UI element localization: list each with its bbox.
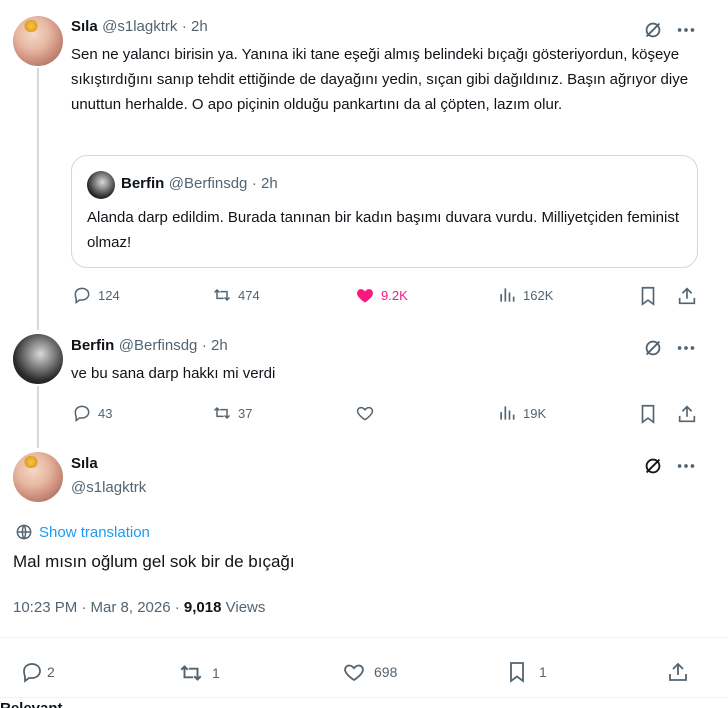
avatar[interactable] bbox=[13, 334, 63, 384]
bookmark-button[interactable]: 1 bbox=[505, 660, 547, 684]
quote-author-name: Berfin bbox=[121, 175, 165, 192]
reply-count: 124 bbox=[98, 287, 120, 303]
relevant-sort-label[interactable]: Relevant bbox=[0, 700, 63, 708]
tweet-header: Berfin @Berfinsdg · 2h bbox=[71, 337, 228, 355]
reply-count: 2 bbox=[47, 664, 55, 680]
heart-icon bbox=[356, 406, 374, 421]
share-icon bbox=[678, 287, 696, 305]
more-icon[interactable] bbox=[675, 337, 697, 359]
quote-time: · 2h bbox=[251, 175, 278, 192]
like-button[interactable]: 698 bbox=[342, 660, 397, 684]
views-count: 162K bbox=[523, 287, 554, 303]
tweet-header: Sıla @s1lagktrk · 2h bbox=[71, 18, 208, 36]
analytics-icon bbox=[500, 406, 515, 420]
share-button[interactable] bbox=[666, 660, 690, 684]
analytics-icon bbox=[500, 288, 515, 302]
share-icon bbox=[669, 662, 687, 681]
author-handle[interactable]: @Berfinsdg bbox=[119, 337, 198, 354]
heart-filled-icon bbox=[357, 289, 373, 303]
retweet-count: 474 bbox=[238, 287, 260, 303]
tweet-text: ve bu sana darp hakkı mi verdi bbox=[71, 365, 276, 382]
retweet-button[interactable]: 37 bbox=[212, 403, 252, 423]
quote-header: Berfin @Berfinsdg · 2h bbox=[121, 175, 278, 193]
avatar[interactable] bbox=[13, 16, 63, 66]
timestamp-text[interactable]: 10:23 PM · Mar 8, 2026 · bbox=[13, 599, 180, 616]
divider bbox=[0, 637, 728, 638]
reply-icon bbox=[23, 663, 41, 683]
main-tweet-text: Mal mısın oğlum gel sok bir de bıçağı bbox=[13, 552, 295, 571]
translate-icon bbox=[16, 524, 32, 540]
grok-icon[interactable] bbox=[642, 455, 664, 477]
more-icon[interactable] bbox=[675, 455, 697, 477]
author-name[interactable]: Berfin bbox=[71, 337, 114, 354]
views-button[interactable]: 162K bbox=[497, 285, 553, 305]
retweet-count: 37 bbox=[238, 405, 253, 421]
retweet-icon bbox=[213, 406, 231, 420]
bookmark-icon bbox=[641, 286, 655, 306]
share-icon bbox=[678, 405, 696, 423]
bookmark-button[interactable] bbox=[637, 285, 659, 307]
tweet-time[interactable]: · 2h bbox=[202, 337, 228, 354]
retweet-icon bbox=[180, 665, 202, 681]
author-name[interactable]: Sıla bbox=[71, 455, 98, 472]
show-translation-label[interactable]: Show translation bbox=[39, 524, 150, 541]
views-button[interactable]: 19K bbox=[497, 403, 546, 423]
reply-button[interactable]: 43 bbox=[72, 403, 112, 423]
retweet-button[interactable]: 1 bbox=[178, 660, 220, 686]
thread-line bbox=[37, 68, 39, 330]
retweet-count: 1 bbox=[212, 665, 220, 681]
show-translation-link[interactable]: Show translation bbox=[14, 522, 150, 542]
reply-icon bbox=[74, 405, 90, 422]
quote-text: Alanda darp edildim. Burada tanınan bir … bbox=[87, 209, 679, 251]
author-handle[interactable]: @s1lagktrk bbox=[71, 479, 146, 496]
more-icon[interactable] bbox=[675, 19, 697, 41]
divider bbox=[0, 697, 728, 698]
like-button[interactable] bbox=[355, 403, 375, 423]
reply-count: 43 bbox=[98, 405, 113, 421]
like-count: 9.2K bbox=[381, 287, 408, 303]
retweet-button[interactable]: 474 bbox=[212, 285, 260, 305]
heart-icon bbox=[344, 664, 364, 682]
bookmark-icon bbox=[641, 404, 655, 424]
thread-line bbox=[37, 386, 39, 448]
tweet-timestamp: 10:23 PM · Mar 8, 2026 · 9,018 Views bbox=[13, 599, 265, 616]
grok-icon[interactable] bbox=[642, 337, 664, 359]
views-count: 9,018 bbox=[183, 599, 222, 616]
views-label: Views bbox=[225, 599, 266, 616]
quote-author-handle: @Berfinsdg bbox=[168, 175, 248, 192]
share-button[interactable] bbox=[676, 403, 698, 425]
grok-icon[interactable] bbox=[642, 19, 664, 41]
tweet-text: Sen ne yalancı birisin ya. Yanına iki ta… bbox=[71, 46, 689, 113]
tweet-time[interactable]: · 2h bbox=[182, 18, 208, 35]
like-count: 698 bbox=[374, 664, 398, 680]
avatar[interactable] bbox=[13, 452, 63, 502]
reply-icon bbox=[74, 287, 90, 304]
share-button[interactable] bbox=[676, 285, 698, 307]
views-count: 19K bbox=[523, 405, 547, 421]
bookmark-icon bbox=[510, 662, 524, 683]
bookmark-button[interactable] bbox=[637, 403, 659, 425]
author-name[interactable]: Sıla bbox=[71, 18, 98, 35]
like-button[interactable]: 9.2K bbox=[355, 285, 408, 305]
bookmark-count: 1 bbox=[539, 664, 547, 680]
reply-button[interactable]: 2 bbox=[20, 660, 55, 684]
reply-button[interactable]: 124 bbox=[72, 285, 120, 305]
avatar[interactable] bbox=[87, 171, 115, 199]
author-handle[interactable]: @s1lagktrk bbox=[102, 18, 177, 35]
retweet-icon bbox=[213, 288, 231, 302]
